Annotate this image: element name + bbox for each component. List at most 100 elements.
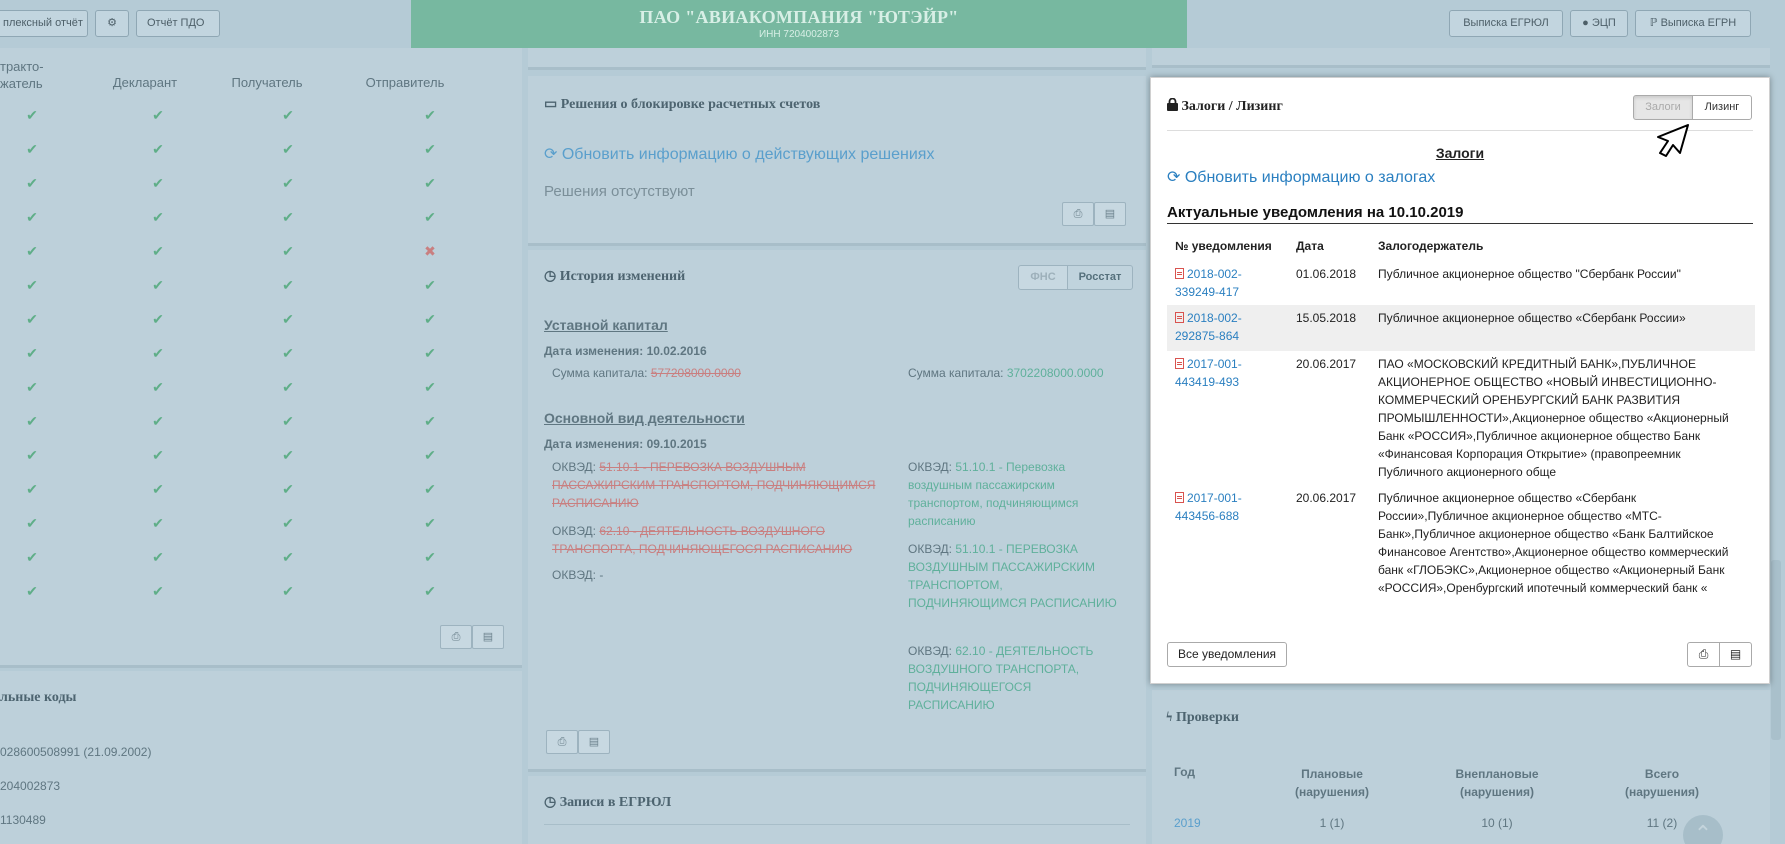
check-icon: ✔ [152,345,164,361]
ecp-button[interactable]: ● ЭЦП [1570,10,1628,37]
pdf-export-icon[interactable]: ▤ [1719,642,1752,667]
capital-title: Уставной капитал [544,317,668,333]
notice-date: 15.05.2018 [1296,311,1357,325]
check-icon: ✔ [424,311,436,327]
print-icon[interactable]: ⎙ [1687,642,1720,667]
notice-number[interactable]: 2018-002-339249-417 [1175,267,1242,299]
table-row: 2017-001-443456-688 20.06.2017 Публичное… [1167,489,1755,619]
checks-col-year: Год [1174,765,1195,779]
notice-link[interactable]: 2018-002-339249-417 [1175,265,1285,301]
checks-col-unplanned: Внеплановые (нарушения) [1455,767,1539,799]
old-okved-3: ОКВЭД: - [552,568,603,582]
pledges-refresh-link[interactable]: ⟳ Обновить информацию о залогах [1167,167,1435,187]
blocking-panel: ▭ Решения о блокировке расчетных счетов … [528,76,1146,246]
egrul-divider [544,824,1130,825]
check-icon: ✔ [26,549,38,565]
check-icon: ✔ [424,175,436,191]
mouse-cursor-icon [1657,124,1689,157]
right-top-panel [1152,48,1770,68]
notice-holder: Публичное акционерное общество «Сбербанк… [1378,491,1729,595]
new-okved-3: ОКВЭД: 62.10 - ДЕЯТЕЛЬНОСТЬ ВОЗДУШНОГО Т… [908,642,1118,714]
pdf-file-icon [1175,358,1184,369]
egrul-title-text: Записи в ЕГРЮЛ [559,795,672,810]
col-header-2: Получатель [231,75,303,90]
tab-fns[interactable]: ФНС [1018,265,1068,290]
pdo-report-button[interactable]: Отчёт ПДО [136,10,220,37]
blocking-refresh-link[interactable]: ⟳ Обновить информацию о действующих реше… [544,144,934,164]
check-icon: ✔ [424,107,436,123]
table-row: 2018-002-292875-864 15.05.2018 Публичное… [1167,305,1755,351]
check-icon: ✔ [152,311,164,327]
checks-year-link[interactable]: 2019 [1174,816,1201,830]
egrul-extract-button[interactable]: Выписка ЕГРЮЛ [1449,10,1563,37]
checks-col-planned: Плановые (нарушения) [1294,767,1370,799]
check-icon: ✔ [424,277,436,293]
check-icon: ✔ [26,379,38,395]
notice-number[interactable]: 2018-002-292875-864 [1175,311,1242,343]
blocking-empty: Решения отсутствуют [544,183,695,200]
egrn-extract-button[interactable]: ℙ Выписка ЕГРН [1635,10,1751,37]
company-name: ПАО "АВИАКОМПАНИЯ "ЮТЭЙР" [639,7,959,27]
scrollbar-thumb[interactable] [1771,560,1781,740]
checks-unplanned: 10 (1) [1481,816,1513,830]
check-icon: ✔ [282,549,294,565]
check-icon: ✔ [282,311,294,327]
pledges-refresh-text: Обновить информацию о залогах [1184,169,1436,186]
cross-icon: ✖ [424,243,436,259]
notice-number[interactable]: 2017-001-443456-688 [1175,491,1242,523]
pdf-icon[interactable]: ▤ [1094,202,1126,226]
notices-underline [1167,223,1753,224]
check-icon: ✔ [26,583,38,599]
notice-link[interactable]: 2017-001-443419-493 [1175,355,1285,391]
blocking-title: ▭ Решения о блокировке расчетных счетов [544,97,821,112]
check-icon: ✔ [26,107,38,123]
notice-date: 20.06.2017 [1296,357,1357,371]
col-holder: Залогодержатель [1378,239,1484,253]
capital-old-value: 577208000.0000 [650,366,741,380]
check-icon: ✔ [282,345,294,361]
pdf-file-icon [1175,312,1184,323]
print-icon[interactable]: ⎙ [546,730,578,754]
top-bar: плексный отчёт ⚙ Отчёт ПДО ПАО "АВИАКОМП… [0,0,1785,48]
modal-title: Залоги / Лизинг [1167,97,1283,115]
complex-report-button[interactable]: плексный отчёт [0,10,88,37]
notice-holder: ПАО «МОСКОВСКИЙ КРЕДИТНЫЙ БАНК»,ПУБЛИЧНО… [1378,357,1729,479]
print-icon[interactable]: ⎙ [1062,202,1094,226]
pdf-icon[interactable]: ▤ [578,730,610,754]
table-row: 2017-001-443419-493 20.06.2017 ПАО «МОСК… [1167,355,1755,485]
print-icon[interactable]: ⎙ [440,625,472,649]
check-icon: ✔ [152,107,164,123]
lock-icon [1167,97,1178,111]
check-icon: ✔ [152,175,164,191]
pledges-leasing-panel: Залоги / Лизинг Залоги Лизинг Залоги ⟳ О… [1150,77,1770,684]
notice-number[interactable]: 2017-001-443419-493 [1175,357,1242,389]
check-icon: ✔ [424,209,436,225]
history-panel: ◷ История изменений ФНС Росстат Уставной… [528,250,1146,772]
tab-rosstat[interactable]: Росстат [1067,265,1133,290]
check-icon: ✔ [152,141,164,157]
check-icon: ✔ [152,549,164,565]
capital-new-value: 3702208000.0000 [1006,366,1104,380]
pdf-file-icon [1175,268,1184,279]
check-icon: ✔ [424,481,436,497]
check-icon: ✔ [282,481,294,497]
gear-icon[interactable]: ⚙ [95,10,129,37]
toggle-leasing[interactable]: Лизинг [1692,95,1752,120]
notice-link[interactable]: 2018-002-292875-864 [1175,309,1285,345]
notice-date: 01.06.2018 [1296,267,1357,281]
notice-link[interactable]: 2017-001-443456-688 [1175,489,1285,525]
col-notice-number: № уведомления [1175,239,1272,253]
ecp-label: ЭЦП [1591,17,1616,29]
check-icon: ✔ [282,277,294,293]
company-header: ПАО "АВИАКОМПАНИЯ "ЮТЭЙР" ИНН 7204002873 [411,0,1187,48]
check-icon: ✔ [424,345,436,361]
old-okved-2: ОКВЭД: 62.10 - ДЕЯТЕЛЬНОСТЬ ВОЗДУШНОГО Т… [552,522,892,558]
pdf-icon[interactable]: ▤ [472,625,504,649]
okved-label: ОКВЭД: [908,460,953,474]
okved-label: ОКВЭД: [908,644,953,658]
toggle-pledges[interactable]: Залоги [1633,95,1693,120]
codes-panel: льные коды 028600508991 (21.09.2002) 204… [0,671,522,844]
all-notices-button[interactable]: Все уведомления [1167,642,1287,667]
check-icon: ✔ [424,447,436,463]
check-icon: ✔ [152,583,164,599]
